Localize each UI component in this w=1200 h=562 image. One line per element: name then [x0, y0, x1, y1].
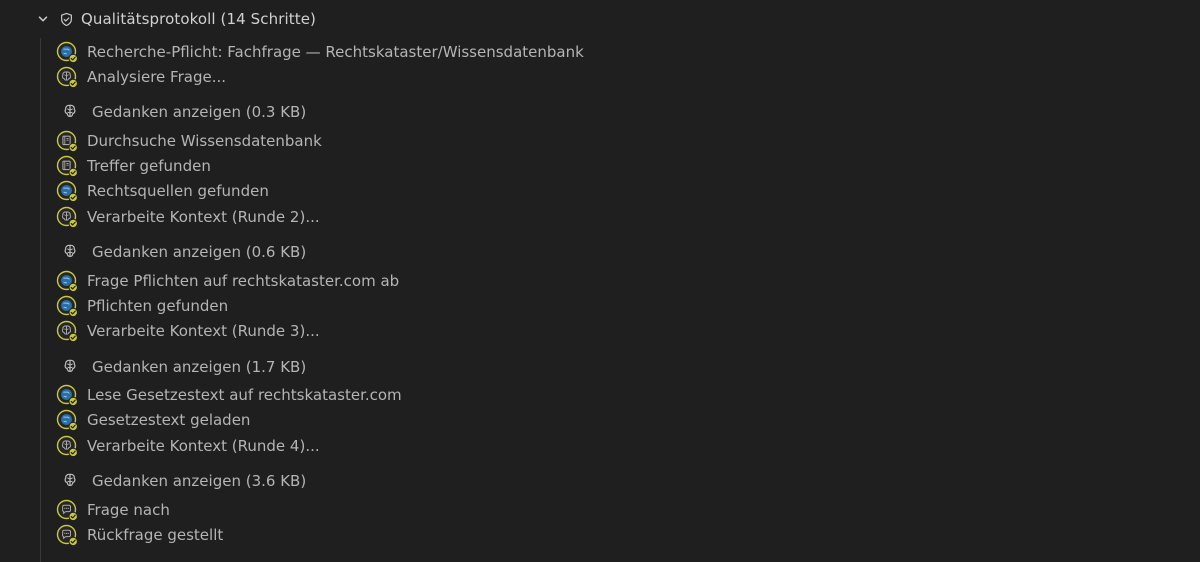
globe-check-icon — [56, 180, 78, 203]
chevron-down-icon[interactable] — [36, 12, 50, 26]
step-label: Verarbeite Kontext (Runde 4)... — [87, 436, 320, 455]
protocol-step: Lese Gesetzestext auf rechtskataster.com — [56, 383, 1156, 408]
step-label: Analysiere Frage... — [87, 67, 226, 86]
protocol-step: Frage Pflichten auf rechtskataster.com a… — [56, 268, 1156, 293]
step-label: Rückfrage gestellt — [87, 526, 224, 545]
shield-check-icon — [58, 11, 74, 27]
show-thoughts-label: Gedanken anzeigen (0.6 KB) — [92, 243, 307, 262]
brain-check-icon — [56, 206, 78, 228]
step-label: Recherche-Pflicht: Fachfrage — Rechtskat… — [87, 42, 584, 61]
timeline-line — [40, 38, 41, 562]
show-thoughts-label: Gedanken anzeigen (0.3 KB) — [92, 103, 307, 122]
show-thoughts-toggle[interactable]: Gedanken anzeigen (3.6 KB) — [56, 469, 1156, 493]
step-label: Frage nach — [87, 500, 170, 519]
step-label: Lese Gesetzestext auf rechtskataster.com — [87, 386, 402, 405]
brain-icon — [59, 101, 81, 123]
book-check-icon — [56, 155, 78, 178]
brain-icon — [59, 470, 81, 492]
chat-check-icon — [56, 524, 78, 547]
step-label: Durchsuche Wissensdatenbank — [87, 131, 322, 150]
brain-check-icon — [56, 66, 78, 88]
globe-check-icon — [56, 295, 78, 317]
step-label: Verarbeite Kontext (Runde 3)... — [87, 322, 320, 341]
protocol-step: Rechtsquellen gefunden — [56, 179, 1156, 204]
protocol-step: Recherche-Pflicht: Fachfrage — Rechtskat… — [56, 39, 1156, 64]
protocol-step: Analysiere Frage... — [56, 64, 1156, 89]
step-label: Frage Pflichten auf rechtskataster.com a… — [87, 271, 400, 290]
protocol-step: Gesetzestext geladen — [56, 408, 1156, 433]
show-thoughts-toggle[interactable]: Gedanken anzeigen (0.6 KB) — [56, 240, 1156, 264]
step-label: Treffer gefunden — [87, 157, 211, 176]
brain-icon — [59, 356, 81, 378]
show-thoughts-toggle[interactable]: Gedanken anzeigen (0.3 KB) — [56, 100, 1156, 124]
protocol-step: Treffer gefunden — [56, 154, 1156, 179]
step-label: Pflichten gefunden — [87, 296, 229, 315]
protocol-title: Qualitätsprotokoll (14 Schritte) — [81, 10, 316, 28]
show-thoughts-toggle[interactable]: Gedanken anzeigen (1.7 KB) — [56, 355, 1156, 379]
brain-icon — [59, 241, 81, 263]
protocol-step: Rückfrage gestellt — [56, 522, 1156, 547]
protocol-step: Verarbeite Kontext (Runde 2)... — [56, 204, 1156, 229]
globe-check-icon — [56, 41, 78, 63]
protocol-steps-list: Recherche-Pflicht: Fachfrage — Rechtskat… — [56, 39, 1156, 548]
globe-check-icon — [56, 384, 78, 407]
brain-check-icon — [56, 435, 78, 457]
protocol-step: Pflichten gefunden — [56, 293, 1156, 318]
protocol-step: Durchsuche Wissensdatenbank — [56, 128, 1156, 153]
protocol-step: Verarbeite Kontext (Runde 4)... — [56, 433, 1156, 458]
chat-check-icon — [56, 499, 78, 521]
globe-check-icon — [56, 409, 78, 432]
show-thoughts-label: Gedanken anzeigen (3.6 KB) — [92, 472, 307, 491]
brain-check-icon — [56, 320, 78, 343]
step-label: Gesetzestext geladen — [87, 411, 251, 430]
protocol-step: Verarbeite Kontext (Runde 3)... — [56, 319, 1156, 344]
book-check-icon — [56, 130, 78, 152]
protocol-step: Frage nach — [56, 497, 1156, 522]
step-label: Verarbeite Kontext (Runde 2)... — [87, 207, 320, 226]
step-label: Rechtsquellen gefunden — [87, 182, 269, 201]
show-thoughts-label: Gedanken anzeigen (1.7 KB) — [92, 357, 307, 376]
protocol-header[interactable]: Qualitätsprotokoll (14 Schritte) — [36, 8, 316, 30]
globe-check-icon — [56, 270, 78, 292]
